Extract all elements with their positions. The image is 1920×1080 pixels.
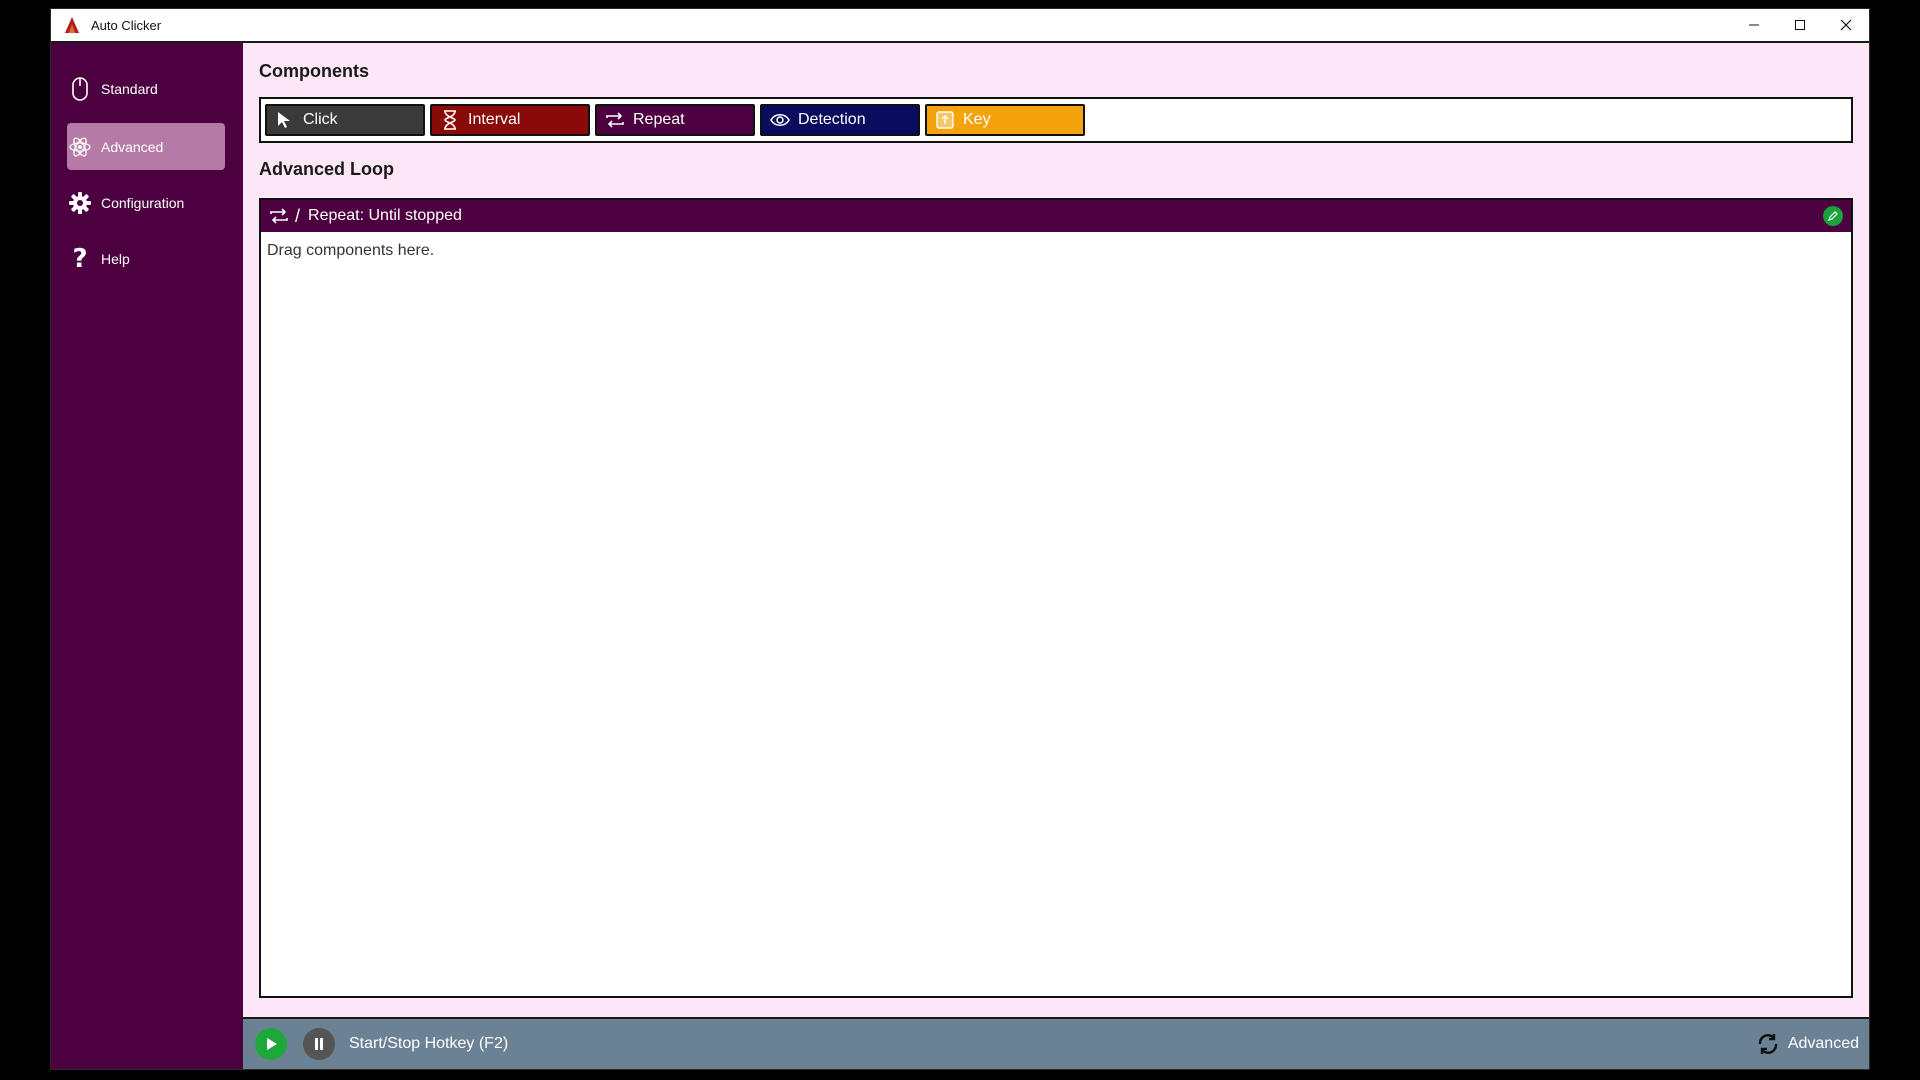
component-label: Detection bbox=[798, 111, 866, 128]
sidebar-item-help[interactable]: ? Help bbox=[67, 235, 225, 282]
component-repeat-button[interactable]: Repeat bbox=[595, 104, 755, 136]
component-label: Click bbox=[303, 111, 338, 128]
stop-button[interactable] bbox=[303, 1028, 335, 1060]
close-button[interactable] bbox=[1823, 9, 1869, 41]
sidebar-item-standard[interactable]: Standard bbox=[67, 65, 225, 112]
component-label: Interval bbox=[468, 111, 521, 128]
atom-icon bbox=[67, 134, 93, 160]
sidebar-item-label: Standard bbox=[101, 80, 158, 97]
window-title: Auto Clicker bbox=[91, 18, 162, 33]
refresh-icon bbox=[1756, 1032, 1780, 1056]
maximize-icon bbox=[1795, 20, 1805, 30]
edit-loop-button[interactable] bbox=[1823, 206, 1843, 226]
pause-icon bbox=[315, 1038, 323, 1050]
app-logo-icon bbox=[63, 16, 81, 34]
loop-header-label: Repeat: Until stopped bbox=[308, 207, 462, 224]
separator-slash: / bbox=[295, 205, 301, 226]
key-icon bbox=[935, 110, 955, 130]
component-label: Repeat bbox=[633, 111, 685, 128]
sidebar-item-label: Advanced bbox=[101, 138, 164, 155]
sidebar: Standard Advanced Configuration ? Help bbox=[51, 43, 243, 1069]
hourglass-icon bbox=[440, 110, 460, 130]
loop-header[interactable]: / Repeat: Until stopped bbox=[261, 200, 1851, 232]
minimize-button[interactable] bbox=[1731, 9, 1777, 41]
component-key-button[interactable]: Key bbox=[925, 104, 1085, 136]
pencil-icon bbox=[1828, 211, 1838, 221]
main-panel: Components Click Interval Repeat Detecti… bbox=[243, 43, 1869, 1017]
title-bar: Auto Clicker bbox=[51, 9, 1869, 43]
start-button[interactable] bbox=[255, 1028, 287, 1060]
cursor-icon bbox=[275, 110, 295, 130]
mode-indicator: Advanced bbox=[1756, 1019, 1859, 1069]
mode-label: Advanced bbox=[1787, 1035, 1859, 1052]
components-title: Components bbox=[259, 61, 369, 81]
mouse-icon bbox=[67, 76, 93, 102]
repeat-icon bbox=[269, 208, 289, 224]
app-window: Auto Clicker Standard Advanced Configura… bbox=[50, 8, 1870, 1070]
sidebar-item-label: Help bbox=[101, 250, 130, 267]
hotkey-text: Start/Stop Hotkey (F2) bbox=[349, 1035, 509, 1052]
close-icon bbox=[1840, 19, 1852, 31]
play-icon bbox=[267, 1038, 277, 1050]
sidebar-item-label: Configuration bbox=[101, 194, 185, 211]
components-toolbar: Click Interval Repeat Detection Key bbox=[259, 97, 1853, 143]
gear-icon bbox=[67, 190, 93, 216]
component-label: Key bbox=[963, 111, 991, 128]
repeat-icon bbox=[605, 110, 625, 130]
component-click-button[interactable]: Click bbox=[265, 104, 425, 136]
dropzone-hint: Drag components here. bbox=[267, 242, 435, 259]
question-icon: ? bbox=[72, 243, 88, 274]
status-bar: Start/Stop Hotkey (F2) Advanced bbox=[243, 1017, 1869, 1069]
advanced-loop-title: Advanced Loop bbox=[259, 159, 395, 179]
component-detection-button[interactable]: Detection bbox=[760, 104, 920, 136]
maximize-button[interactable] bbox=[1777, 9, 1823, 41]
sidebar-item-configuration[interactable]: Configuration bbox=[67, 179, 225, 226]
component-interval-button[interactable]: Interval bbox=[430, 104, 590, 136]
eye-icon bbox=[770, 110, 790, 130]
advanced-loop-dropzone[interactable]: / Repeat: Until stopped Drag components … bbox=[259, 198, 1853, 998]
sidebar-item-advanced[interactable]: Advanced bbox=[67, 123, 225, 170]
minimize-icon bbox=[1749, 24, 1759, 26]
